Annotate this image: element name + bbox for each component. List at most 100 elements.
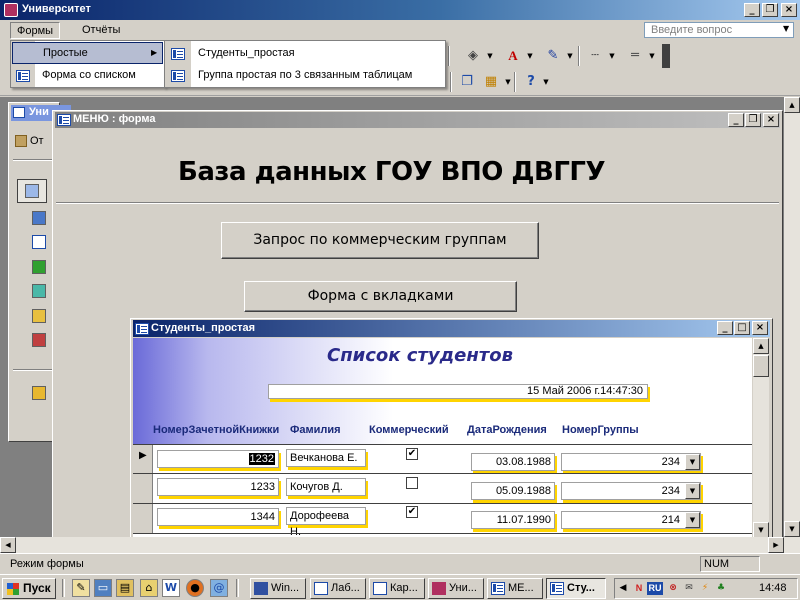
surname-field[interactable]: Дорофеева Н. <box>286 507 366 538</box>
line-style-dropdown-icon[interactable]: ▼ <box>648 46 656 66</box>
quicklaunch-firefox-icon[interactable]: ● <box>186 579 204 597</box>
font-color-icon[interactable]: A <box>502 46 524 66</box>
clock: 14:48 <box>759 582 787 594</box>
surname-field[interactable]: Вечканова Е. <box>286 449 366 467</box>
fill-color-dropdown-icon[interactable]: ▼ <box>486 46 494 66</box>
group-number-value: 234 <box>661 456 680 468</box>
mdi-vertical-scrollbar[interactable]: ▲ ▼ <box>784 97 800 537</box>
help-icon[interactable]: ? <box>520 72 542 92</box>
combo-dropdown-icon[interactable]: ▼ <box>685 483 700 499</box>
record-book-field[interactable]: 1233 <box>157 478 279 496</box>
quicklaunch-explorer-icon[interactable]: ⌂ <box>140 579 158 597</box>
scroll-up-icon[interactable]: ▲ <box>784 97 800 113</box>
new-object-dropdown-icon[interactable]: ▼ <box>504 72 512 92</box>
quicklaunch-word-icon[interactable]: W <box>162 579 180 597</box>
close-icon[interactable]: × <box>781 3 797 17</box>
network-icon[interactable]: ⚡ <box>699 582 711 595</box>
mdi-horizontal-scrollbar[interactable]: ◀ ▶ <box>0 537 800 553</box>
tabbed-form-button[interactable]: Форма с вкладками <box>244 281 517 312</box>
birth-date-field[interactable]: 11.07.1990 <box>471 511 555 529</box>
scroll-down-icon[interactable]: ▼ <box>784 521 800 537</box>
speaker-icon[interactable]: ◀ <box>617 582 629 595</box>
commercial-checkbox[interactable]: ✔ <box>406 506 418 518</box>
taskbar-button-menu[interactable]: МЕ... <box>487 578 543 599</box>
minimize-icon[interactable]: _ <box>717 321 733 335</box>
menu-item-list-form[interactable]: Форма со списком <box>12 65 163 87</box>
commercial-checkbox[interactable] <box>406 477 418 489</box>
start-button[interactable]: Пуск <box>2 578 56 599</box>
students-form-vertical-scrollbar[interactable]: ▲ ▼ <box>753 338 769 538</box>
record-selector[interactable]: ▶ <box>133 445 153 473</box>
close-icon[interactable]: × <box>763 113 779 127</box>
menu-reports[interactable]: Отчёты <box>76 22 126 39</box>
record-book-field[interactable]: 1232 <box>157 450 279 468</box>
mail-icon[interactable]: ✉ <box>683 582 695 595</box>
scroll-up-icon[interactable]: ▲ <box>753 338 769 354</box>
font-color-dropdown-icon[interactable]: ▼ <box>526 46 534 66</box>
line-style-icon[interactable]: ═ <box>624 46 646 66</box>
border-width-dropdown-icon[interactable]: ▼ <box>608 46 616 66</box>
group-number-combo[interactable]: 234 ▼ <box>561 482 701 500</box>
taskbar-button-kar[interactable]: Кар... <box>369 578 425 599</box>
taskbar-button-win[interactable]: Win... <box>250 578 306 599</box>
favorites-folder-icon[interactable] <box>32 386 46 400</box>
help-dropdown-icon[interactable]: ▼ <box>783 24 789 33</box>
quicklaunch-outlook-icon[interactable]: @ <box>210 579 228 597</box>
minimize-icon[interactable]: _ <box>728 113 744 127</box>
surname-field[interactable]: Кочугов Д. <box>286 478 366 496</box>
group-number-combo[interactable]: 214 ▼ <box>561 511 701 529</box>
scroll-down-icon[interactable]: ▼ <box>753 522 769 538</box>
module-icon[interactable] <box>32 333 46 347</box>
scroll-left-icon[interactable]: ◀ <box>0 537 16 553</box>
menu-item-group-simple[interactable]: Группа простая по 3 связанным таблицам <box>166 65 444 87</box>
combo-dropdown-icon[interactable]: ▼ <box>685 512 700 528</box>
tray-app-icon[interactable]: ♣ <box>715 582 727 595</box>
students-form-window: Студенты_простая _ □ × Список студентов … <box>130 318 773 540</box>
birth-date-field[interactable]: 03.08.1988 <box>471 453 555 471</box>
line-color-icon[interactable]: ✎ <box>542 46 564 66</box>
system-tray: ◀ N RU ⊗ ✉ ⚡ ♣ 14:48 <box>614 578 798 599</box>
record-selector[interactable] <box>133 504 153 533</box>
macro-icon[interactable] <box>32 309 46 323</box>
language-indicator[interactable]: RU <box>647 582 663 595</box>
line-color-dropdown-icon[interactable]: ▼ <box>566 46 574 66</box>
taskbar-button-kar-label: Кар... <box>390 582 418 594</box>
border-width-icon[interactable]: ┄ <box>584 46 606 66</box>
help-question-input[interactable]: Введите вопрос <box>644 22 794 38</box>
access-key-icon <box>4 3 18 17</box>
taskbar-button-students[interactable]: Сту... <box>546 578 606 599</box>
restore-icon[interactable]: ❐ <box>762 3 778 17</box>
page-icon[interactable] <box>32 284 46 298</box>
menu-item-students-simple[interactable]: Студенты_простая <box>166 43 444 65</box>
taskbar-button-uni[interactable]: Уни... <box>428 578 484 599</box>
scroll-right-icon[interactable]: ▶ <box>768 537 784 553</box>
new-window-icon[interactable]: ❐ <box>456 72 478 92</box>
query-icon[interactable] <box>32 211 46 225</box>
maximize-icon[interactable]: □ <box>734 321 750 335</box>
objects-tab-tables[interactable] <box>17 179 47 203</box>
record-selector[interactable] <box>133 474 153 503</box>
commercial-groups-query-button[interactable]: Запрос по коммерческим группам <box>221 222 539 259</box>
minimize-icon[interactable]: _ <box>744 3 760 17</box>
quicklaunch-desktop-icon[interactable]: ▭ <box>94 579 112 597</box>
quicklaunch-pencil-icon[interactable]: ✎ <box>72 579 90 597</box>
close-icon[interactable]: × <box>752 321 768 335</box>
taskbar-button-lab[interactable]: Лаб... <box>310 578 366 599</box>
menu-item-simple[interactable]: Простые ▶ <box>12 42 163 64</box>
help-toolbar-dropdown-icon[interactable]: ▼ <box>542 72 550 92</box>
scroll-thumb[interactable] <box>753 355 769 377</box>
fill-color-icon[interactable]: ◈ <box>462 46 484 66</box>
form-icon[interactable] <box>32 235 46 249</box>
commercial-checkbox[interactable]: ✔ <box>406 448 418 460</box>
restore-icon[interactable]: ❐ <box>745 113 761 127</box>
new-object-icon[interactable]: ▦ <box>480 72 502 92</box>
record-book-field[interactable]: 1344 <box>157 508 279 526</box>
tray-n-icon[interactable]: N <box>633 582 645 595</box>
report-icon[interactable] <box>32 260 46 274</box>
combo-dropdown-icon[interactable]: ▼ <box>685 454 700 470</box>
group-number-combo[interactable]: 234 ▼ <box>561 453 701 471</box>
quicklaunch-folder-icon[interactable]: ▤ <box>116 579 134 597</box>
menu-forms[interactable]: Формы <box>10 22 61 39</box>
antivirus-icon[interactable]: ⊗ <box>667 582 679 595</box>
birth-date-field[interactable]: 05.09.1988 <box>471 482 555 500</box>
